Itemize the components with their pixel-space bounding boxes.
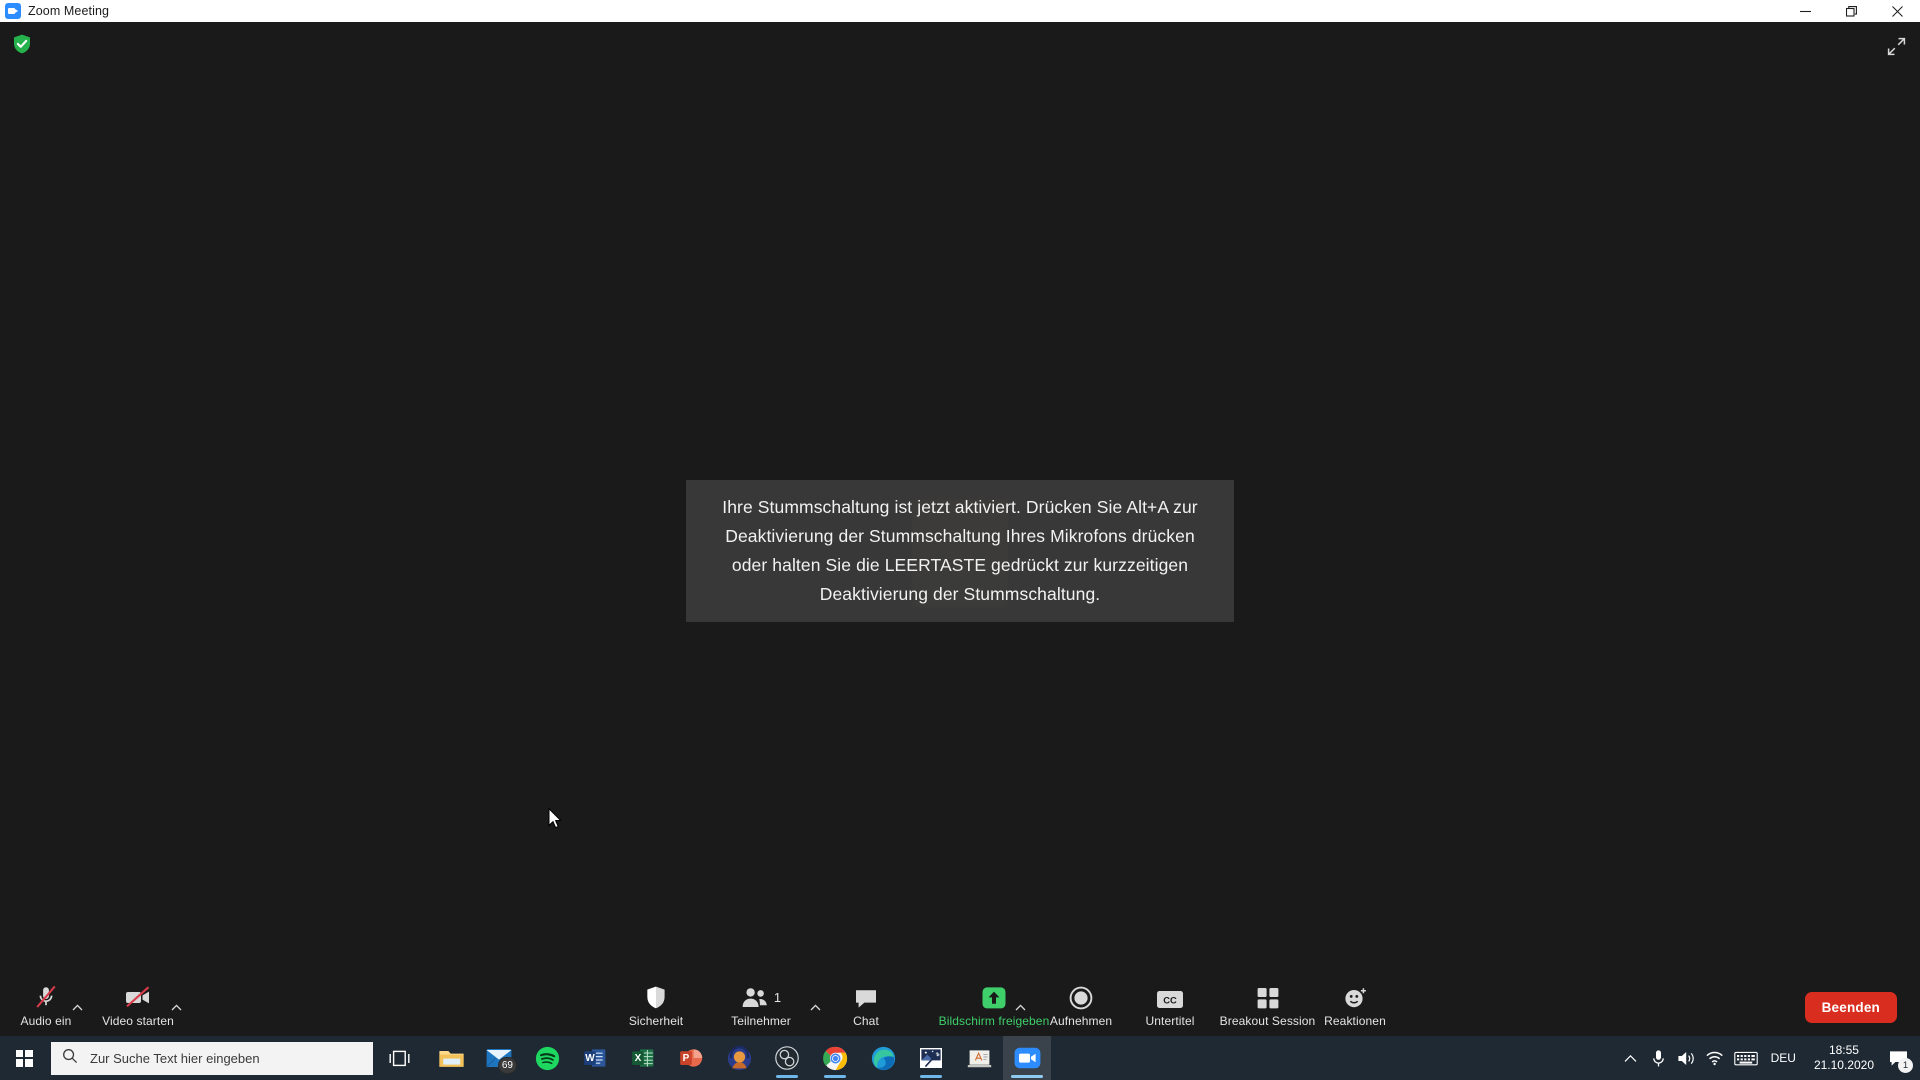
svg-text:P: P: [683, 1053, 690, 1064]
close-icon[interactable]: [1874, 0, 1920, 22]
microsoft-edge-icon[interactable]: [859, 1036, 907, 1080]
google-chrome-icon[interactable]: [811, 1036, 859, 1080]
zoom-icon[interactable]: [1003, 1036, 1051, 1080]
audio-options-chevron-up-icon[interactable]: [70, 1000, 84, 1014]
toolbar-reactions-button[interactable]: Reaktionen: [1290, 984, 1420, 1034]
powerpoint-icon[interactable]: P: [667, 1036, 715, 1080]
svg-text:W: W: [585, 1053, 595, 1064]
minimize-icon[interactable]: [1782, 0, 1828, 22]
svg-text:CC: CC: [1163, 995, 1177, 1006]
share-options-chevron-up-icon[interactable]: [1013, 1000, 1027, 1014]
toast-message: Ihre Stummschaltung ist jetzt aktiviert.…: [722, 497, 1198, 604]
action-center-icon[interactable]: 1: [1882, 1036, 1914, 1080]
wifi-icon[interactable]: [1701, 1036, 1729, 1080]
notification-badge: 1: [1898, 1058, 1913, 1073]
spotify-icon[interactable]: [523, 1036, 571, 1080]
toolbar-chat-label: Chat: [853, 1014, 879, 1028]
touch-keyboard-icon[interactable]: [1729, 1036, 1763, 1080]
microphone-icon[interactable]: [1645, 1036, 1673, 1080]
toolbar-record-label: Aufnehmen: [1049, 1014, 1113, 1028]
breakout-rooms-icon: [1256, 984, 1280, 1010]
share-screen-icon: [981, 984, 1007, 1010]
word-icon[interactable]: W: [571, 1036, 619, 1080]
active-indicator: [1011, 1075, 1043, 1078]
search-placeholder: Zur Suche Text hier eingeben: [90, 1050, 260, 1066]
svg-text:X: X: [635, 1053, 642, 1064]
window-title-bar: Zoom Meeting: [0, 0, 1920, 22]
toolbar-security-button[interactable]: Sicherheit: [610, 984, 702, 1034]
system-tray: DEU 18:55 21.10.2020 1: [1617, 1036, 1920, 1080]
reactions-smiley-icon: [1343, 984, 1368, 1010]
zoom-video-icon: [5, 3, 21, 19]
participants-icon: 1: [741, 984, 781, 1010]
window-title: Zoom Meeting: [28, 4, 110, 18]
restore-icon[interactable]: [1828, 0, 1874, 22]
video-options-chevron-up-icon[interactable]: [169, 1000, 183, 1014]
clock-time: 18:55: [1828, 1043, 1859, 1057]
video-camera-muted-icon: [123, 984, 153, 1010]
toolbar-participants-button[interactable]: 1 Teilnehmer: [715, 984, 807, 1034]
search-icon: [62, 1048, 78, 1069]
mail-unread-badge: 69: [497, 1057, 517, 1074]
meeting-toolbar: Audio ein Video starten Sicherheit 1 Tei…: [0, 982, 1920, 1036]
meeting-stage: Ihre Stummschaltung ist jetzt aktiviert.…: [0, 22, 1920, 1036]
excel-icon[interactable]: X: [619, 1036, 667, 1080]
mail-icon[interactable]: 69: [475, 1036, 523, 1080]
file-explorer-icon[interactable]: [427, 1036, 475, 1080]
participants-count: 1: [773, 989, 782, 1005]
input-language[interactable]: DEU: [1763, 1051, 1806, 1065]
photo-editor-icon[interactable]: [907, 1036, 955, 1080]
avatar-app-icon[interactable]: [715, 1036, 763, 1080]
toolbar-security-label: Sicherheit: [628, 1014, 684, 1028]
toolbar-video-label: Video starten: [102, 1014, 174, 1028]
notepad-document-icon[interactable]: [955, 1036, 1003, 1080]
running-indicator: [824, 1075, 846, 1078]
closed-caption-icon: CC: [1156, 984, 1184, 1010]
taskbar-apps: 69 W X P: [427, 1036, 1051, 1080]
record-circle-icon: [1069, 984, 1093, 1010]
mouse-pointer-arrow: [548, 807, 562, 834]
running-indicator: [920, 1075, 942, 1078]
chevron-up-icon[interactable]: [1617, 1036, 1645, 1080]
shield-icon: [645, 984, 667, 1010]
search-input[interactable]: Zur Suche Text hier eingeben: [51, 1041, 373, 1075]
microphone-muted-icon: [34, 984, 58, 1010]
toolbar-audio-label: Audio ein: [20, 1014, 72, 1028]
toolbar-chat-button[interactable]: Chat: [820, 984, 912, 1034]
obs-studio-icon[interactable]: [763, 1036, 811, 1080]
toolbar-reactions-label: Reaktionen: [1324, 1014, 1386, 1028]
chat-bubble-icon: [854, 984, 878, 1010]
speaker-icon[interactable]: [1673, 1036, 1701, 1080]
clock-date: 21.10.2020: [1813, 1058, 1874, 1072]
windows-taskbar: Zur Suche Text hier eingeben 69 W X P DE…: [0, 1036, 1920, 1080]
windows-logo-icon[interactable]: [0, 1036, 48, 1080]
green-shield-check-icon[interactable]: [11, 33, 33, 55]
toolbar-participants-label: Teilnehmer: [731, 1014, 791, 1028]
running-indicator: [776, 1075, 798, 1078]
clock[interactable]: 18:55 21.10.2020: [1806, 1043, 1882, 1073]
mute-status-toast: Ihre Stummschaltung ist jetzt aktiviert.…: [686, 480, 1234, 622]
task-view-icon[interactable]: [375, 1036, 423, 1080]
enter-fullscreen-icon[interactable]: [1882, 32, 1910, 60]
leave-meeting-button[interactable]: Beenden: [1804, 992, 1897, 1023]
window-controls: [1782, 0, 1920, 22]
